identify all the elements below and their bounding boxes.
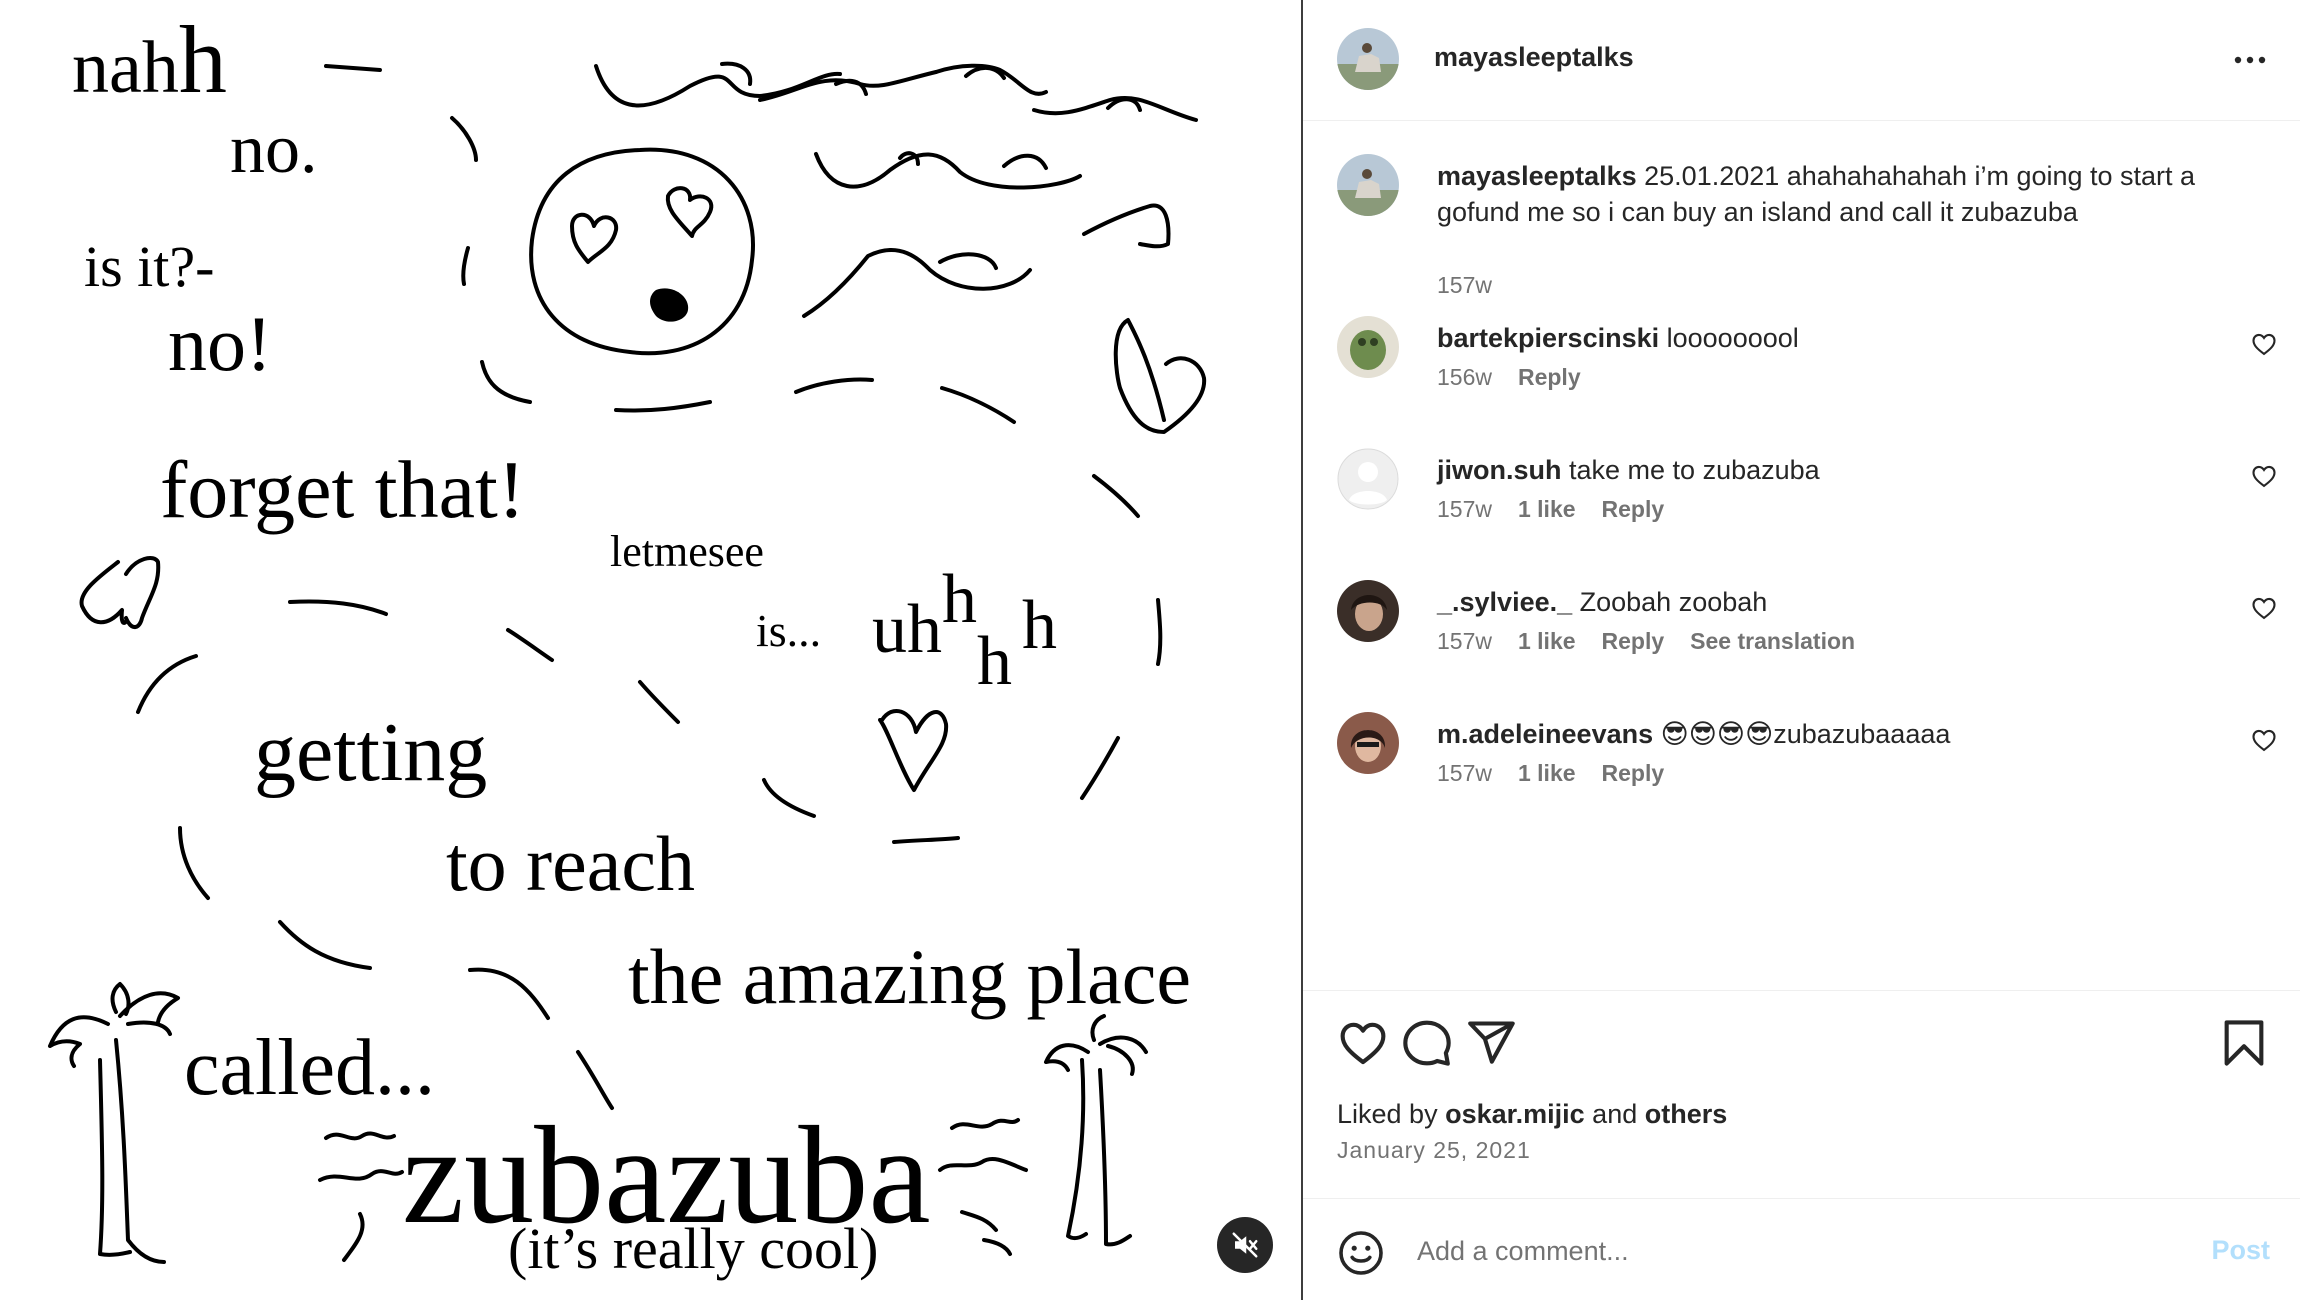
doodle-text-no-exclaim: no! [168,300,272,387]
reply-button[interactable]: Reply [1518,364,1581,391]
palm-tree-left-doodle [48,982,180,1264]
caption-text: mayasleeptalks 25.01.2021 ahahahahahah i… [1437,158,2227,230]
comment-text: _.sylviee._ Zoobah zoobah [1437,584,2227,620]
comment-like-heart-icon[interactable] [2250,330,2278,358]
send-icon[interactable] [1465,1017,1517,1069]
post-media[interactable]: nahh no. is it?- no! forget that! letmes… [0,0,1301,1300]
mute-toggle-button[interactable] [1217,1217,1273,1273]
comment-like-count[interactable]: 1 like [1518,760,1576,787]
reply-button[interactable]: Reply [1602,760,1665,787]
instagram-post-view: nahh no. is it?- no! forget that! letmes… [0,0,2300,1300]
comment-timestamp[interactable]: 157w [1437,628,1492,655]
commenter-avatar[interactable] [1337,712,1399,774]
avatar-image [1337,316,1399,378]
commenter-avatar[interactable] [1337,316,1399,378]
comments-section: mayasleeptalks 25.01.2021 ahahahahahah i… [1303,120,2300,990]
doodle-text-amazing-place: the amazing place [628,933,1191,1020]
avatar-image [1337,28,1399,90]
post-comment-button[interactable]: Post [2211,1235,2270,1266]
reply-button[interactable]: Reply [1602,628,1665,655]
comment-timestamp[interactable]: 157w [1437,760,1492,787]
comment-body: Zoobah zoobah [1572,587,1768,617]
comment-timestamp[interactable]: 157w [1437,496,1492,523]
comment-username-link[interactable]: jiwon.suh [1437,455,1562,485]
caption-username-link[interactable]: mayasleeptalks [1437,161,1637,191]
likes-others-link[interactable]: others [1645,1099,1728,1129]
palm-tree-right-doodle [1044,1014,1148,1247]
commenter-avatar[interactable] [1337,448,1399,510]
doodle-text-forget-that: forget that! [160,444,525,535]
add-comment-bar: Post [1303,1198,2300,1301]
caption-avatar[interactable] [1337,154,1399,216]
comment-meta: 157w 1 like Reply [1437,760,1664,787]
comment-row: jiwon.suh take me to zubazuba 157w 1 lik… [1303,448,2300,528]
comment-body: 😎😎😎😎zubazubaaaaa [1653,719,1951,749]
avatar-image [1337,154,1399,216]
doodle-text-nahh: nahh [72,6,227,113]
avatar-image [1337,580,1399,642]
post-date[interactable]: January 25, 2021 [1337,1137,1531,1164]
doodle-text-really-cool: (it’s really cool) [508,1216,878,1281]
comment-meta: 156w Reply [1437,364,1581,391]
comment-text: m.adeleineevans 😎😎😎😎zubazubaaaaa [1437,716,2227,752]
bookmark-icon[interactable] [2218,1017,2270,1069]
liked-by-user-link[interactable]: oskar.mijic [1445,1099,1585,1129]
doodle-text-no: no. [230,111,318,188]
liked-by-prefix: Liked by [1337,1099,1446,1129]
comment-like-heart-icon[interactable] [2250,462,2278,490]
doodle-text-called: called... [184,1024,435,1112]
commenter-avatar[interactable] [1337,580,1399,642]
doodle-image: nahh no. is it?- no! forget that! letmes… [48,6,1207,1281]
comment-username-link[interactable]: _.sylviee._ [1437,587,1572,617]
comment-body: take me to zubazuba [1561,455,1820,485]
caption-timestamp[interactable]: 157w [1437,272,1492,299]
liked-by-text: Liked by oskar.mijic and others [1337,1099,1727,1130]
doodle-text-letmesee: letmesee [610,527,764,576]
doodle-text-to-reach: to reach [446,820,695,907]
post-actions: Liked by oskar.mijic and others January … [1303,990,2300,1199]
doodle-text-getting: getting [254,706,487,799]
default-avatar-icon [1337,448,1399,510]
more-options-icon[interactable] [2230,42,2270,78]
heart-icon[interactable] [1337,1017,1389,1069]
comment-like-count[interactable]: 1 like [1518,628,1576,655]
comment-username-link[interactable]: bartekpierscinski [1437,323,1659,353]
face-doodle [529,147,755,356]
comment-timestamp[interactable]: 156w [1437,364,1492,391]
caption-row: mayasleeptalks 25.01.2021 ahahahahahah i… [1303,154,2300,298]
comment-row: m.adeleineevans 😎😎😎😎zubazubaaaaa 157w 1 … [1303,712,2300,792]
comment-like-heart-icon[interactable] [2250,726,2278,754]
avatar-image [1337,712,1399,774]
comment-meta: 157w 1 like Reply See translation [1437,628,1855,655]
comment-like-count[interactable]: 1 like [1518,496,1576,523]
reply-button[interactable]: Reply [1602,496,1665,523]
caption-meta: 157w [1437,272,1492,299]
post-details-panel: mayasleeptalks mayasleeptalks 25.01.2021… [1303,0,2300,1300]
author-avatar[interactable] [1337,28,1399,90]
author-username-link[interactable]: mayasleeptalks [1434,42,1634,73]
comment-meta: 157w 1 like Reply [1437,496,1664,523]
comment-text: bartekpierscinski looooooool [1437,320,2227,356]
comment-text: jiwon.suh take me to zubazuba [1437,452,2227,488]
comment-body: looooooool [1659,323,1799,353]
speaker-muted-icon [1232,1232,1258,1258]
add-comment-input[interactable] [1415,1225,2119,1277]
see-translation-button[interactable]: See translation [1690,628,1855,655]
comment-row: _.sylviee._ Zoobah zoobah 157w 1 like Re… [1303,580,2300,660]
comment-username-link[interactable]: m.adeleineevans [1437,719,1653,749]
post-header: mayasleeptalks [1303,0,2300,121]
comment-row: bartekpierscinski looooooool 156w Reply [1303,316,2300,396]
doodle-text-is-it: is it?- [84,234,214,299]
emoji-icon[interactable] [1337,1229,1385,1277]
liked-by-middle: and [1584,1099,1645,1129]
comment-icon[interactable] [1401,1017,1453,1069]
comment-like-heart-icon[interactable] [2250,594,2278,622]
doodle-text-is: is... [756,605,821,656]
doodle-text-uhhhh: uhhh h [872,561,1057,700]
